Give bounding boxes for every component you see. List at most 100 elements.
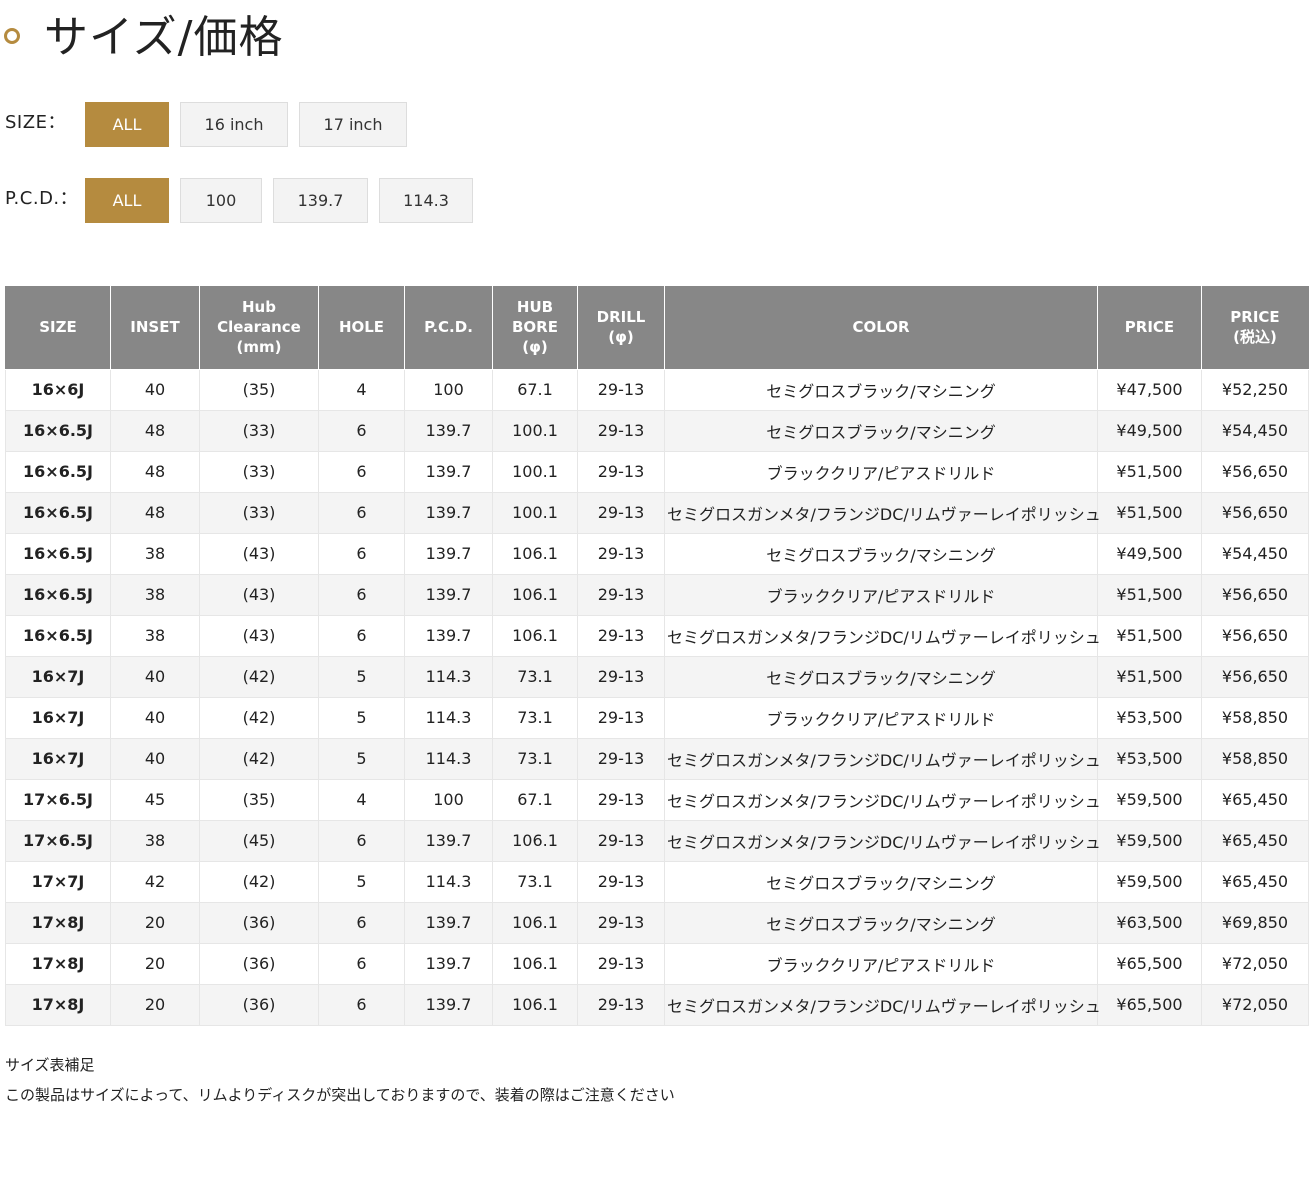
- cell-pcd: 139.7: [404, 614, 493, 657]
- cell-color: セミグロスブラック/マシニング: [664, 860, 1098, 903]
- notes-section: サイズ表補足 この製品はサイズによって、リムよりディスクが突出しておりますので、…: [5, 1050, 675, 1110]
- cell-color: セミグロスブラック/マシニング: [664, 409, 1098, 452]
- cell-size: 17×8J: [5, 901, 111, 944]
- cell-price-tax-included: ¥65,450: [1201, 778, 1309, 821]
- table-row: 17×8J 20 (36) 6 139.7 106.1 29-13 セミグロスブラック/マシニ…: [5, 901, 1309, 944]
- column-header-line: (mm): [236, 338, 282, 357]
- cell-price-tax-included: ¥56,650: [1201, 655, 1309, 698]
- cell-size: 16×6.5J: [5, 491, 111, 534]
- cell-pcd: 139.7: [404, 450, 493, 493]
- cell-hole: 6: [318, 819, 405, 862]
- cell-price: ¥59,500: [1097, 860, 1202, 903]
- table-row: 17×8J 20 (36) 6 139.7 106.1 29-13 ブラッククリア/ピアスドリ…: [5, 942, 1309, 985]
- cell-hole: 6: [318, 901, 405, 944]
- cell-price: ¥65,500: [1097, 942, 1202, 985]
- cell-hub-bore: 106.1: [492, 901, 578, 944]
- cell-inset: 40: [110, 655, 200, 698]
- cell-color: ブラッククリア/ピアスドリルド: [664, 696, 1098, 739]
- cell-hub-bore: 100.1: [492, 409, 578, 452]
- cell-hub-clearance: (42): [199, 655, 319, 698]
- cell-hub-bore: 73.1: [492, 696, 578, 739]
- cell-pcd: 114.3: [404, 737, 493, 780]
- column-header-line: (φ): [608, 328, 634, 347]
- cell-pcd: 100: [404, 368, 493, 411]
- cell-pcd: 100: [404, 778, 493, 821]
- cell-drill: 29-13: [577, 532, 665, 575]
- cell-price: ¥51,500: [1097, 655, 1202, 698]
- cell-size: 16×7J: [5, 737, 111, 780]
- cell-price: ¥63,500: [1097, 901, 1202, 944]
- table-row: 16×6.5J 38 (43) 6 139.7 106.1 29-13 セミグロスガンメタ/フ…: [5, 614, 1309, 657]
- column-header-line: P.C.D.: [424, 318, 473, 337]
- cell-color: セミグロスブラック/マシニング: [664, 368, 1098, 411]
- cell-size: 16×6.5J: [5, 409, 111, 452]
- table-row: 16×6.5J 48 (33) 6 139.7 100.1 29-13 セミグロスブラック/マ…: [5, 409, 1309, 452]
- cell-size: 16×6J: [5, 368, 111, 411]
- cell-price: ¥53,500: [1097, 737, 1202, 780]
- cell-inset: 38: [110, 573, 200, 616]
- pcd-filter: P.C.D.： ALL 100 139.7 114.3: [5, 178, 484, 223]
- column-header-line: Hub: [242, 298, 276, 317]
- table-header-row: SIZE INSET Hub Clearance (mm) HOLE P.C.D. HUB BO…: [5, 286, 1309, 370]
- cell-hub-bore: 100.1: [492, 491, 578, 534]
- cell-pcd: 139.7: [404, 409, 493, 452]
- pcd-filter-all-button[interactable]: ALL: [85, 178, 169, 223]
- cell-hub-bore: 73.1: [492, 655, 578, 698]
- cell-price: ¥59,500: [1097, 819, 1202, 862]
- cell-color: セミグロスガンメタ/フランジDC/リムヴァーレイポリッシュ: [664, 491, 1101, 534]
- cell-pcd: 114.3: [404, 655, 493, 698]
- size-filter-16-inch-button[interactable]: 16 inch: [180, 102, 288, 147]
- column-header-line: Clearance: [217, 318, 301, 337]
- cell-color: セミグロスガンメタ/フランジDC/リムヴァーレイポリッシュ: [664, 778, 1101, 821]
- size-filter-17-inch-button[interactable]: 17 inch: [299, 102, 407, 147]
- cell-drill: 29-13: [577, 737, 665, 780]
- cell-drill: 29-13: [577, 573, 665, 616]
- cell-inset: 20: [110, 901, 200, 944]
- cell-price-tax-included: ¥69,850: [1201, 901, 1309, 944]
- column-header-line: INSET: [130, 318, 180, 337]
- cell-drill: 29-13: [577, 983, 665, 1026]
- column-header-line: BORE: [512, 318, 558, 337]
- cell-hub-bore: 106.1: [492, 614, 578, 657]
- cell-size: 16×7J: [5, 655, 111, 698]
- pcd-filter-114-3-button[interactable]: 114.3: [379, 178, 473, 223]
- cell-hub-clearance: (43): [199, 614, 319, 657]
- table-row: 16×6.5J 48 (33) 6 139.7 100.1 29-13 セミグロスガンメタ/フ…: [5, 491, 1309, 534]
- table-row: 16×6.5J 38 (43) 6 139.7 106.1 29-13 ブラッククリア/ピアス…: [5, 573, 1309, 616]
- cell-hub-clearance: (36): [199, 983, 319, 1026]
- cell-pcd: 139.7: [404, 573, 493, 616]
- cell-drill: 29-13: [577, 778, 665, 821]
- cell-price-tax-included: ¥52,250: [1201, 368, 1309, 411]
- column-header-hole: HOLE: [318, 286, 405, 370]
- cell-size: 16×6.5J: [5, 573, 111, 616]
- pcd-filter-139-7-button[interactable]: 139.7: [273, 178, 368, 223]
- cell-hub-clearance: (42): [199, 860, 319, 903]
- cell-hub-bore: 106.1: [492, 573, 578, 616]
- cell-color: ブラッククリア/ピアスドリルド: [664, 450, 1098, 493]
- cell-price-tax-included: ¥58,850: [1201, 737, 1309, 780]
- size-filter-all-button[interactable]: ALL: [85, 102, 169, 147]
- pcd-filter-label: P.C.D.：: [5, 188, 79, 209]
- pcd-filter-100-button[interactable]: 100: [180, 178, 262, 223]
- cell-size: 16×6.5J: [5, 532, 111, 575]
- table-row: 17×8J 20 (36) 6 139.7 106.1 29-13 セミグロスガンメタ/フラン…: [5, 983, 1309, 1026]
- table-row: 16×6J 40 (35) 4 100 67.1 29-13 セミグロスブラック/マシニング ¥…: [5, 368, 1309, 411]
- notes-title: サイズ表補足: [5, 1056, 95, 1074]
- cell-pcd: 139.7: [404, 819, 493, 862]
- column-header-line: (φ): [522, 338, 548, 357]
- cell-hub-bore: 67.1: [492, 368, 578, 411]
- cell-inset: 40: [110, 737, 200, 780]
- cell-drill: 29-13: [577, 860, 665, 903]
- cell-price: ¥59,500: [1097, 778, 1202, 821]
- cell-color: セミグロスガンメタ/フランジDC/リムヴァーレイポリッシュ: [664, 737, 1101, 780]
- cell-color: セミグロスブラック/マシニング: [664, 655, 1098, 698]
- cell-hub-clearance: (43): [199, 573, 319, 616]
- cell-inset: 40: [110, 696, 200, 739]
- cell-drill: 29-13: [577, 942, 665, 985]
- cell-hub-clearance: (33): [199, 409, 319, 452]
- cell-price-tax-included: ¥56,650: [1201, 491, 1309, 534]
- cell-price-tax-included: ¥65,450: [1201, 819, 1309, 862]
- cell-drill: 29-13: [577, 696, 665, 739]
- column-header-line: COLOR: [852, 318, 910, 337]
- cell-price: ¥47,500: [1097, 368, 1202, 411]
